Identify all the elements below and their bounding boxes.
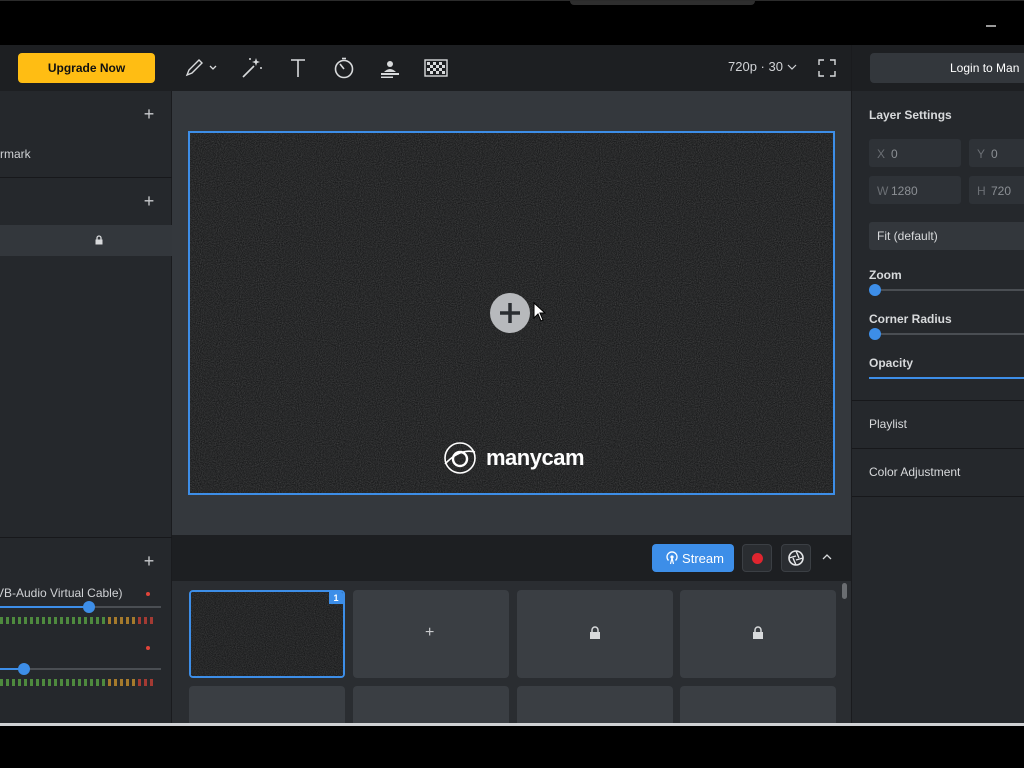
w-value: 1280 [891, 184, 918, 198]
opacity-label: Opacity [869, 356, 914, 370]
canvas-area: manycam [172, 91, 851, 535]
presets-scrollbar[interactable] [842, 583, 847, 599]
fullscreen-icon[interactable] [818, 59, 836, 77]
locked-preset-cell[interactable] [517, 686, 673, 723]
record-icon [752, 553, 763, 564]
chevron-up-icon[interactable] [820, 550, 834, 564]
x-key: X [877, 147, 886, 161]
lower-third-icon[interactable] [378, 56, 404, 80]
locked-preset-cell[interactable] [517, 590, 673, 678]
x-value: 0 [891, 147, 898, 161]
preset-1-thumbnail [191, 592, 343, 676]
chevron-down-icon [787, 64, 796, 70]
snapshot-button[interactable] [781, 544, 811, 572]
login-row: Login to Man [852, 45, 1024, 91]
y-position-field[interactable]: Y 0 [969, 139, 1024, 167]
title-notch [570, 1, 755, 5]
zoom-slider-knob[interactable] [869, 284, 881, 296]
manycam-logo-text: manycam [486, 445, 585, 470]
locked-preset-cell[interactable] [353, 686, 509, 723]
video-sources-section: + rmark [0, 91, 172, 178]
add-layer-icon[interactable]: + [142, 192, 156, 210]
volume-slider-2-knob[interactable] [18, 663, 30, 675]
lock-icon [590, 626, 600, 639]
add-source-icon[interactable]: + [142, 105, 156, 123]
resolution-label: 720p · 30 [728, 59, 783, 74]
w-key: W [877, 184, 889, 198]
lock-icon [95, 235, 103, 245]
y-value: 0 [991, 147, 998, 161]
resolution-selector[interactable]: 720p · 30 [728, 59, 797, 74]
camera-shutter-icon [788, 550, 804, 566]
lock-icon [753, 626, 763, 639]
corner-radius-label: Corner Radius [869, 312, 952, 326]
x-position-field[interactable]: X 0 [869, 139, 961, 167]
locked-preset-cell[interactable] [680, 590, 836, 678]
mouse-cursor-icon [533, 302, 547, 322]
plus-icon [500, 303, 520, 323]
minimize-icon[interactable] [984, 17, 998, 31]
volume-slider-1-fill [0, 606, 89, 608]
audio-device-label: VB-Audio Virtual Cable) [0, 586, 123, 600]
login-button[interactable]: Login to Man [870, 53, 1024, 83]
watermark-item[interactable]: rmark [0, 147, 31, 161]
audio-meter-2 [0, 679, 156, 686]
magic-wand-icon[interactable] [240, 56, 266, 80]
chroma-key-icon[interactable] [424, 56, 450, 80]
divider [852, 496, 1024, 497]
width-field[interactable]: W 1280 [869, 176, 961, 204]
preset-1[interactable]: 1 [189, 590, 345, 678]
audio-status-dot-2 [146, 646, 150, 650]
color-adjustment-section[interactable]: Color Adjustment [869, 465, 960, 479]
corner-radius-slider-track[interactable] [874, 333, 1024, 335]
h-value: 720 [991, 184, 1012, 198]
text-icon[interactable] [286, 56, 312, 80]
locked-layer-row[interactable] [0, 225, 172, 256]
y-key: Y [977, 147, 986, 161]
upgrade-now-button[interactable]: Upgrade Now [18, 53, 155, 83]
manycam-logo-icon [444, 442, 476, 474]
presets-grid: 1 + [172, 581, 851, 723]
broadcast-icon [666, 551, 678, 565]
timer-icon[interactable] [332, 56, 358, 80]
add-audio-icon[interactable]: + [142, 552, 156, 570]
manycam-app: Upgrade Now + rmark + + VB-Audio Virtual… [0, 0, 1024, 768]
opacity-slider[interactable] [869, 377, 1024, 379]
add-source-button[interactable] [490, 293, 530, 333]
audio-section: + VB-Audio Virtual Cable) [0, 538, 172, 723]
center-toolbar: 720p · 30 [172, 45, 851, 91]
title-bar [0, 0, 1024, 45]
add-preset-cell[interactable]: + [353, 590, 509, 678]
active-preset-badge: 1 [329, 592, 343, 604]
corner-radius-slider-knob[interactable] [869, 328, 881, 340]
plus-icon: + [425, 624, 435, 641]
zoom-label: Zoom [869, 268, 902, 282]
right-panel: Login to Man Layer Settings X 0 Y 0 W 12… [851, 45, 1024, 723]
zoom-slider-track[interactable] [874, 289, 1024, 291]
divider [852, 400, 1024, 401]
pencil-icon[interactable] [182, 56, 220, 80]
bottom-bar [0, 726, 1024, 768]
record-button[interactable] [742, 544, 772, 572]
audio-status-dot [146, 592, 150, 596]
layer-settings-title: Layer Settings [869, 108, 952, 122]
audio-meter-1 [0, 617, 156, 624]
manycam-watermark: manycam [442, 438, 585, 478]
upgrade-row: Upgrade Now [0, 45, 172, 91]
fit-mode-select[interactable]: Fit (default) [869, 222, 1024, 250]
h-key: H [977, 184, 986, 198]
volume-slider-1-knob[interactable] [83, 601, 95, 613]
playlist-section[interactable]: Playlist [869, 417, 907, 431]
locked-preset-cell[interactable] [680, 686, 836, 723]
divider [852, 448, 1024, 449]
locked-preset-cell[interactable] [189, 686, 345, 723]
height-field[interactable]: H 720 [969, 176, 1024, 204]
left-panel: Upgrade Now + rmark + + VB-Audio Virtual… [0, 45, 172, 723]
main-preview[interactable]: manycam [188, 131, 835, 495]
